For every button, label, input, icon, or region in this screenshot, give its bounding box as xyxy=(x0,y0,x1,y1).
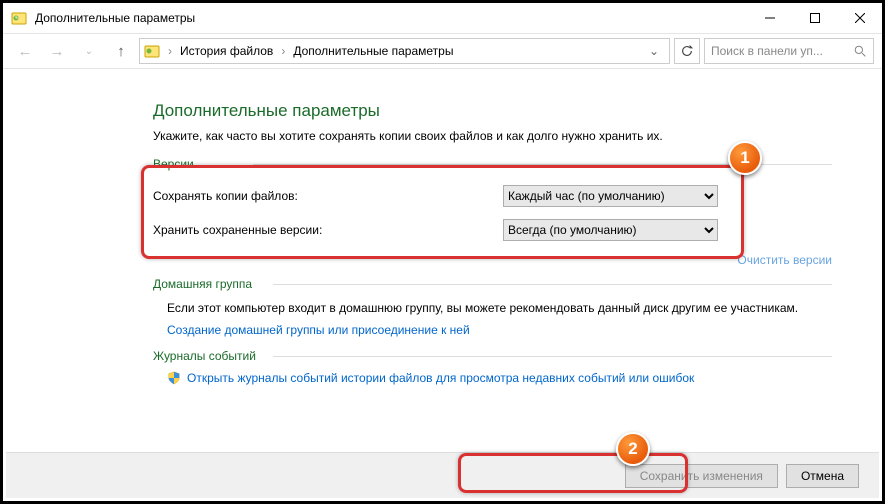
section-logs-title: Журналы событий xyxy=(153,349,832,363)
content-area: Дополнительные параметры Укажите, как ча… xyxy=(3,69,882,385)
save-button[interactable]: Сохранить изменения xyxy=(625,464,778,488)
shield-icon xyxy=(167,371,181,385)
chevron-right-icon: › xyxy=(164,44,176,58)
search-input[interactable]: Поиск в панели уп... xyxy=(704,38,874,64)
forward-button[interactable]: → xyxy=(43,37,71,65)
recent-locations-button[interactable]: ⌄ xyxy=(75,37,103,65)
footer: Сохранить изменения Отмена xyxy=(6,452,879,498)
search-placeholder: Поиск в панели уп... xyxy=(711,44,848,58)
chevron-right-icon: › xyxy=(277,44,289,58)
window-controls xyxy=(747,3,882,33)
navbar: ← → ⌄ ↑ › История файлов › Дополнительны… xyxy=(3,33,882,69)
breadcrumb-level1[interactable]: История файлов xyxy=(180,44,273,58)
window-title: Дополнительные параметры xyxy=(35,11,747,25)
up-button[interactable]: ↑ xyxy=(107,37,135,65)
page-heading: Дополнительные параметры xyxy=(153,101,832,121)
minimize-button[interactable] xyxy=(747,3,792,33)
breadcrumb-level2[interactable]: Дополнительные параметры xyxy=(293,44,453,58)
address-bar[interactable]: › История файлов › Дополнительные параме… xyxy=(139,38,670,64)
save-copies-select[interactable]: Каждый час (по умолчанию) xyxy=(503,185,718,207)
section-versions-title: Версии xyxy=(153,157,832,171)
titlebar: Дополнительные параметры xyxy=(3,3,882,33)
page-description: Укажите, как часто вы хотите сохранять к… xyxy=(153,129,832,143)
save-copies-label: Сохранять копии файлов: xyxy=(153,189,503,203)
back-button[interactable]: ← xyxy=(11,37,39,65)
homegroup-text: Если этот компьютер входит в домашнюю гр… xyxy=(167,299,832,317)
row-keep-versions: Хранить сохраненные версии: Всегда (по у… xyxy=(153,213,832,247)
close-button[interactable] xyxy=(837,3,882,33)
clean-versions-link[interactable]: Очистить версии xyxy=(153,253,832,267)
homegroup-link[interactable]: Создание домашней группы или присоединен… xyxy=(167,323,470,337)
folder-icon xyxy=(144,43,160,59)
refresh-button[interactable] xyxy=(674,38,700,64)
section-homegroup-title: Домашняя группа xyxy=(153,277,832,291)
maximize-button[interactable] xyxy=(792,3,837,33)
row-save-copies: Сохранять копии файлов: Каждый час (по у… xyxy=(153,179,832,213)
keep-versions-select[interactable]: Всегда (по умолчанию) xyxy=(503,219,718,241)
logs-link[interactable]: Открыть журналы событий истории файлов д… xyxy=(187,371,694,385)
app-icon xyxy=(11,10,27,26)
cancel-button[interactable]: Отмена xyxy=(786,464,859,488)
search-icon xyxy=(854,45,867,58)
chevron-down-icon[interactable]: ⌄ xyxy=(643,44,665,58)
keep-versions-label: Хранить сохраненные версии: xyxy=(153,223,503,237)
